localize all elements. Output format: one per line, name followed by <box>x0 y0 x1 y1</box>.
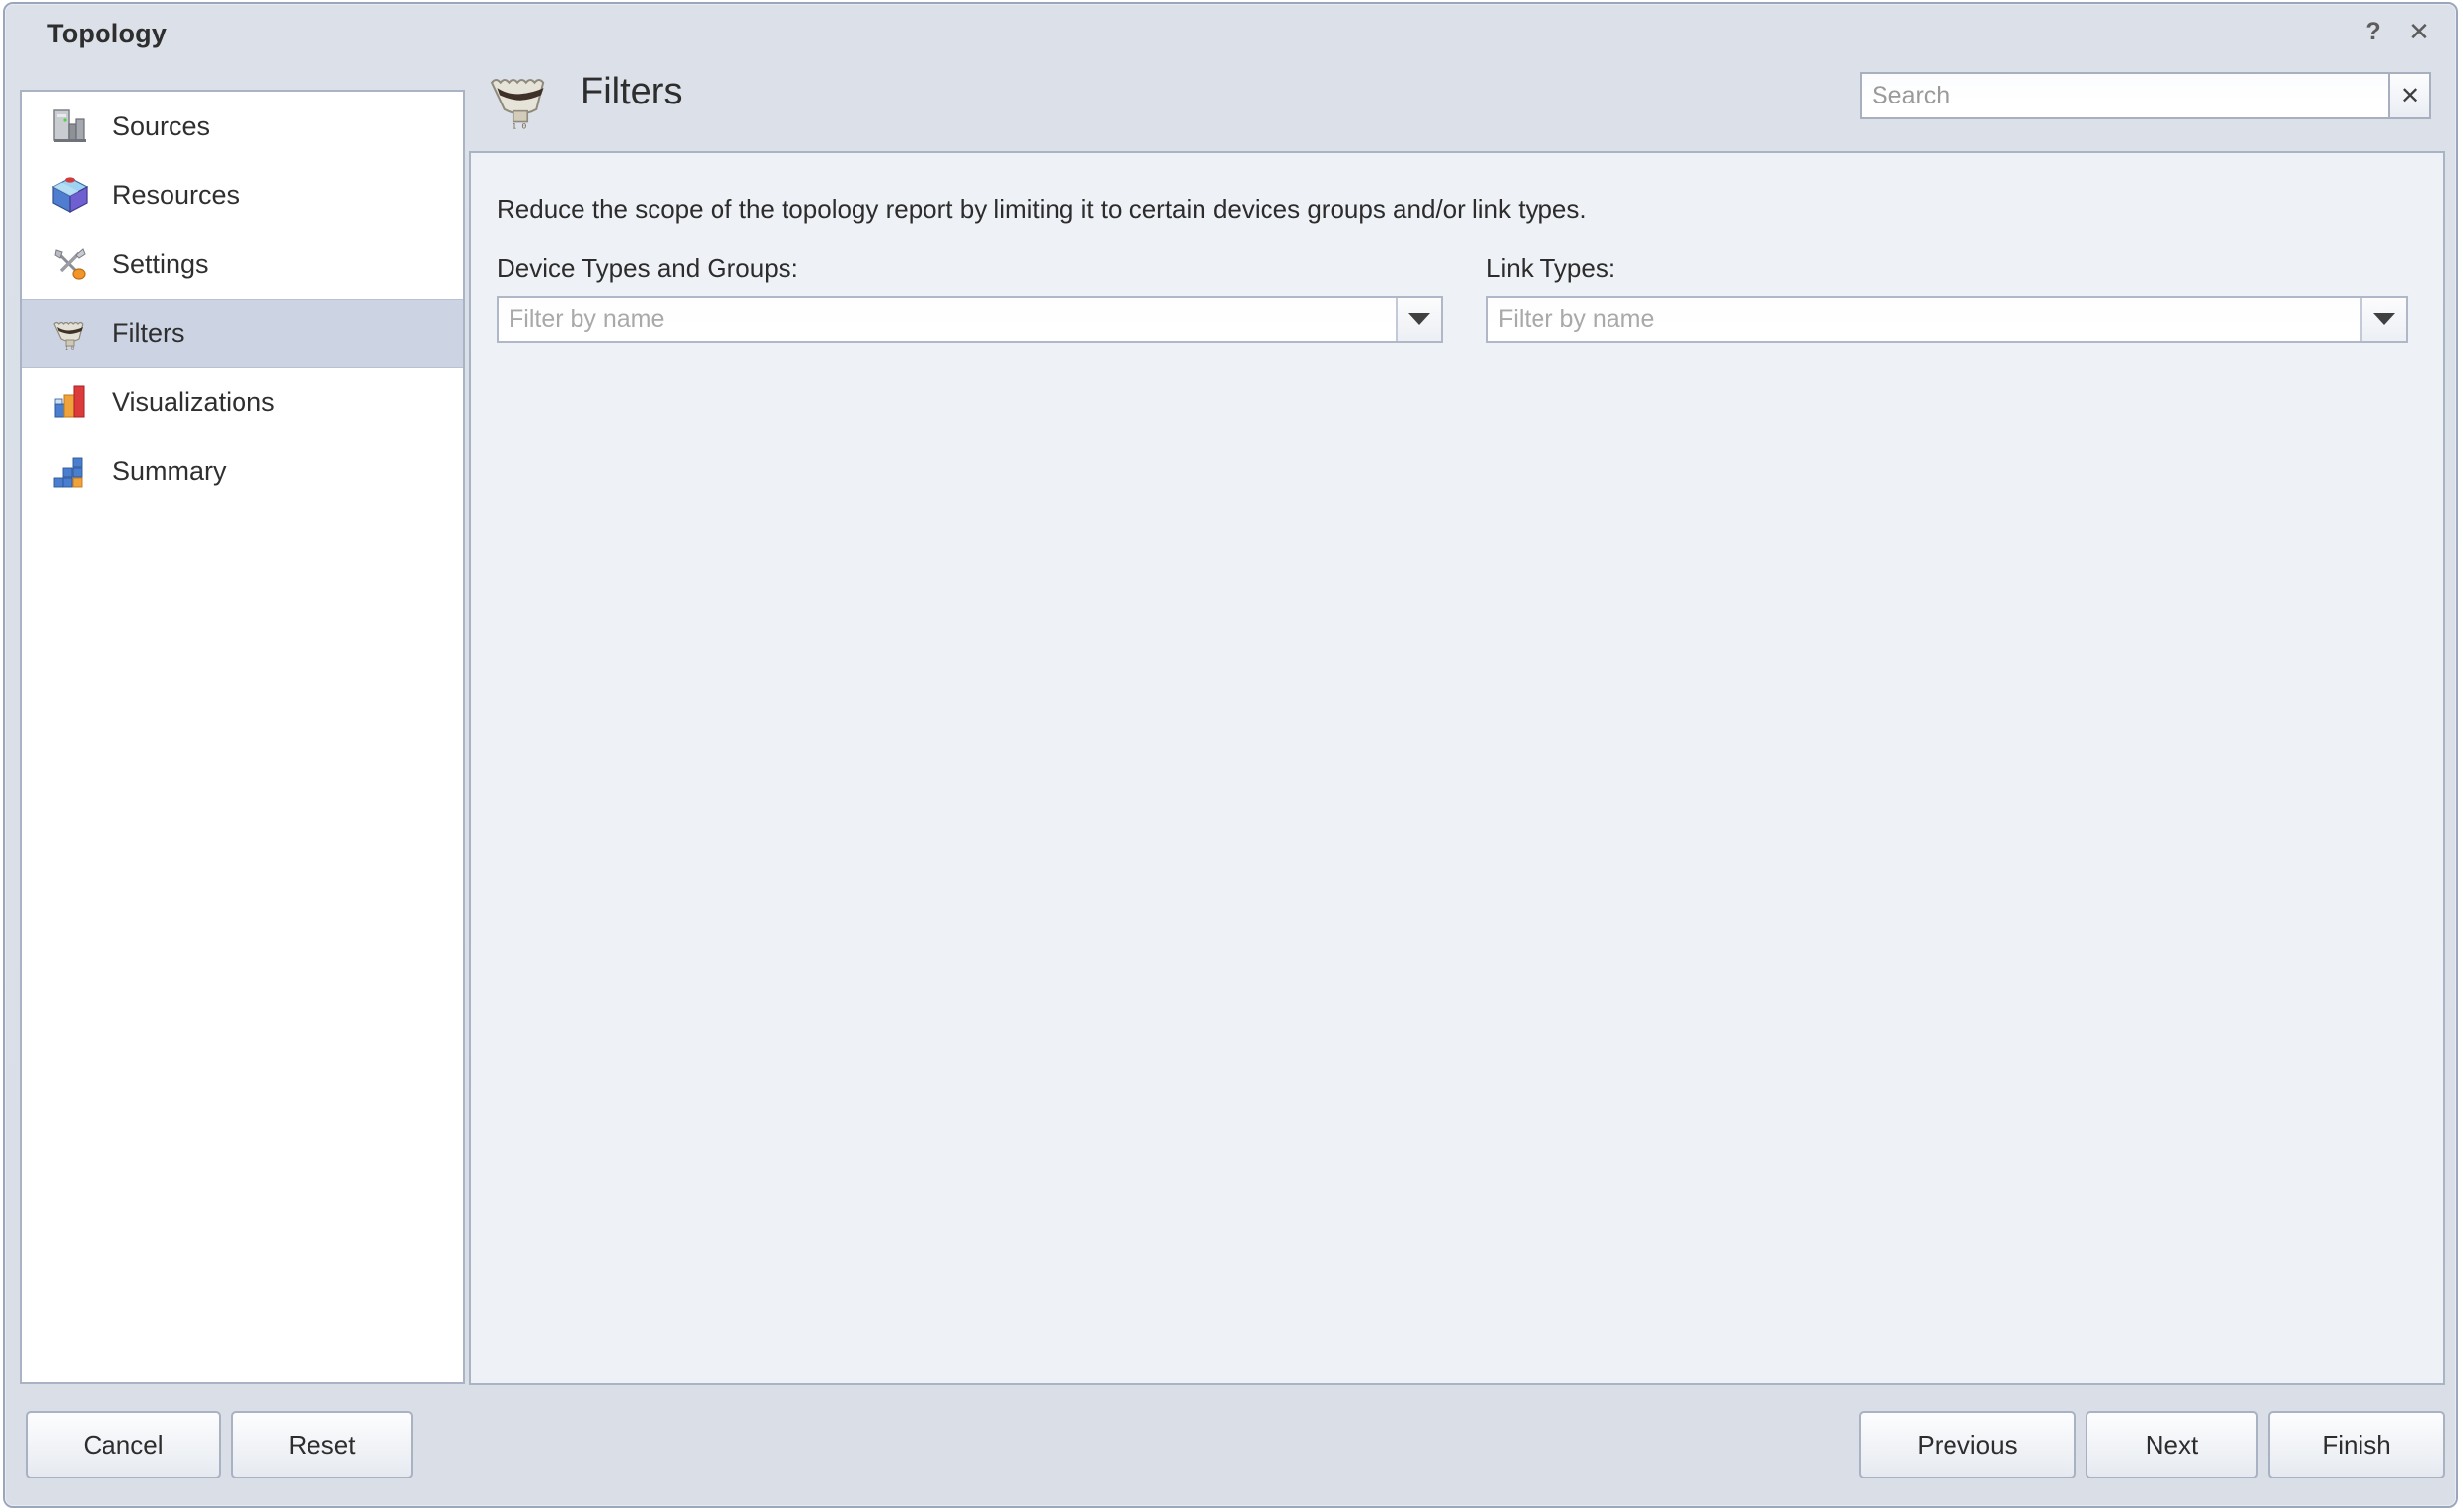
device-types-label: Device Types and Groups: <box>497 253 798 283</box>
sidebar-item-sources[interactable]: Sources <box>22 92 463 161</box>
link-types-field: Link Types: <box>1486 253 2408 343</box>
sidebar-item-label: Sources <box>112 110 211 141</box>
next-button[interactable]: Next <box>2086 1411 2258 1478</box>
window-title: Topology <box>47 19 168 48</box>
link-types-input[interactable] <box>1488 298 2360 341</box>
close-icon[interactable]: ✕ <box>2400 13 2437 50</box>
link-types-label: Link Types: <box>1486 253 1616 283</box>
reset-button[interactable]: Reset <box>231 1411 413 1478</box>
sidebar: Sources Resources Settings 1 0 Filters V… <box>20 90 465 1384</box>
summary-blocks-icon <box>49 450 91 492</box>
sidebar-item-settings[interactable]: Settings <box>22 230 463 299</box>
funnel-filter-icon: 1 0 <box>49 312 91 354</box>
topology-dialog: Topology ? ✕ Sources Resources Settings … <box>3 2 2458 1508</box>
sidebar-item-visualizations[interactable]: Visualizations <box>22 368 463 437</box>
device-types-and-groups-field: Device Types and Groups: <box>497 253 1443 343</box>
sidebar-item-filters[interactable]: 1 0 Filters <box>22 299 463 368</box>
device-types-combobox[interactable] <box>497 296 1443 343</box>
tools-icon <box>49 243 91 285</box>
previous-button[interactable]: Previous <box>1859 1411 2076 1478</box>
sidebar-item-label: Filters <box>112 317 185 348</box>
chevron-down-icon[interactable] <box>1396 298 1441 341</box>
sidebar-item-summary[interactable]: Summary <box>22 437 463 506</box>
sidebar-item-label: Resources <box>112 179 240 210</box>
sidebar-item-label: Summary <box>112 455 227 486</box>
search-clear-icon[interactable]: ✕ <box>2388 72 2431 119</box>
link-types-combobox[interactable] <box>1486 296 2408 343</box>
sidebar-item-label: Visualizations <box>112 386 275 417</box>
page-title: Filters <box>581 71 683 112</box>
device-types-input[interactable] <box>499 298 1396 341</box>
server-factory-icon <box>49 105 91 147</box>
window-inner: Topology ? ✕ Sources Resources Settings … <box>5 4 2456 1506</box>
title-bar: Topology ? ✕ <box>6 5 2455 66</box>
main-content-panel: Reduce the scope of the topology report … <box>469 151 2445 1385</box>
help-icon[interactable]: ? <box>2355 13 2392 50</box>
svg-text:1 0: 1 0 <box>65 346 74 352</box>
svg-text:1 0: 1 0 <box>512 121 526 131</box>
chevron-down-icon[interactable] <box>2360 298 2406 341</box>
sidebar-item-label: Settings <box>112 248 209 279</box>
finish-button[interactable]: Finish <box>2268 1411 2445 1478</box>
cube-icon <box>49 174 91 216</box>
search-box: ✕ <box>1860 72 2431 119</box>
funnel-filter-icon: 1 0 <box>483 60 558 137</box>
sidebar-item-resources[interactable]: Resources <box>22 161 463 230</box>
cancel-button[interactable]: Cancel <box>26 1411 221 1478</box>
search-input[interactable] <box>1860 72 2388 119</box>
bar-chart-icon <box>49 381 91 423</box>
description-text: Reduce the scope of the topology report … <box>497 194 1587 224</box>
